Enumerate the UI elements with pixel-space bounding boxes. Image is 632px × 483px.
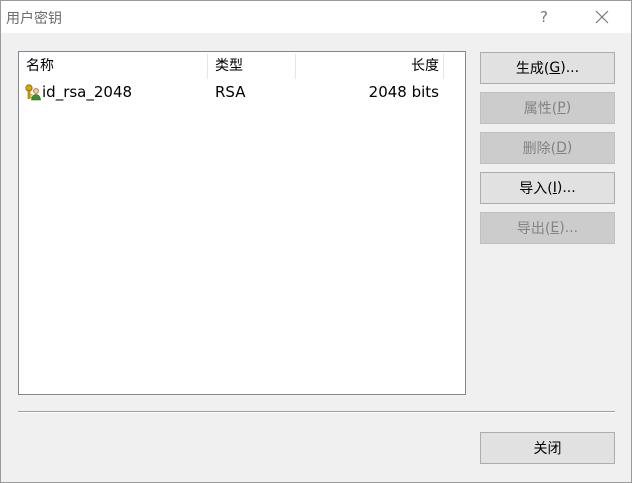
accelerator-key: E	[550, 220, 560, 236]
button-label: 导出(	[516, 221, 551, 237]
accelerator-key: G	[549, 60, 561, 76]
button-label-suffix: )	[566, 140, 573, 156]
column-divider[interactable]	[443, 54, 444, 79]
generate-button[interactable]: 生成(G)...	[480, 52, 615, 84]
button-label-suffix: )...	[556, 180, 576, 196]
button-label-suffix: )	[565, 100, 572, 116]
button-label: 关闭	[533, 441, 562, 457]
help-icon: ?	[540, 8, 548, 26]
close-icon	[595, 10, 609, 24]
list-header: 名称 类型 长度	[19, 52, 465, 80]
export-button[interactable]: 导出(E)...	[480, 212, 615, 244]
title-bar: 用户密钥 ?	[1, 1, 631, 33]
column-divider[interactable]	[207, 54, 208, 79]
delete-button[interactable]: 删除(D)	[480, 132, 615, 164]
keys-list[interactable]: 名称 类型 长度 id_rsa_2048 RSA 2048 bits	[18, 51, 466, 395]
list-item[interactable]: id_rsa_2048 RSA 2048 bits	[19, 80, 465, 104]
import-button[interactable]: 导入(I)...	[480, 172, 615, 204]
button-label: 导入(	[519, 181, 553, 197]
button-label: 属性(	[523, 101, 558, 117]
key-user-icon	[25, 84, 41, 101]
divider	[18, 411, 615, 413]
button-label-suffix: )...	[560, 60, 580, 76]
user-keys-dialog: 用户密钥 ? 名称 类型 长度 id_rsa_2048 RSA 2048 bit…	[0, 0, 632, 483]
properties-button[interactable]: 属性(P)	[480, 92, 615, 124]
key-type: RSA	[215, 83, 246, 101]
window-title: 用户密钥	[6, 11, 62, 27]
column-header-length[interactable]: 长度	[297, 52, 439, 80]
key-length: 2048 bits	[368, 83, 439, 101]
column-divider[interactable]	[295, 54, 296, 79]
help-button[interactable]: ?	[521, 1, 567, 33]
accelerator-key: P	[557, 100, 566, 116]
key-name: id_rsa_2048	[42, 83, 133, 101]
column-header-name[interactable]: 名称	[26, 52, 54, 80]
close-window-button[interactable]	[579, 1, 625, 33]
button-label: 删除(	[522, 141, 557, 157]
button-label-suffix: )...	[559, 220, 579, 236]
button-label: 生成(	[515, 61, 550, 77]
accelerator-key: D	[556, 140, 567, 156]
close-button[interactable]: 关闭	[480, 432, 615, 464]
column-header-type[interactable]: 类型	[215, 52, 243, 80]
